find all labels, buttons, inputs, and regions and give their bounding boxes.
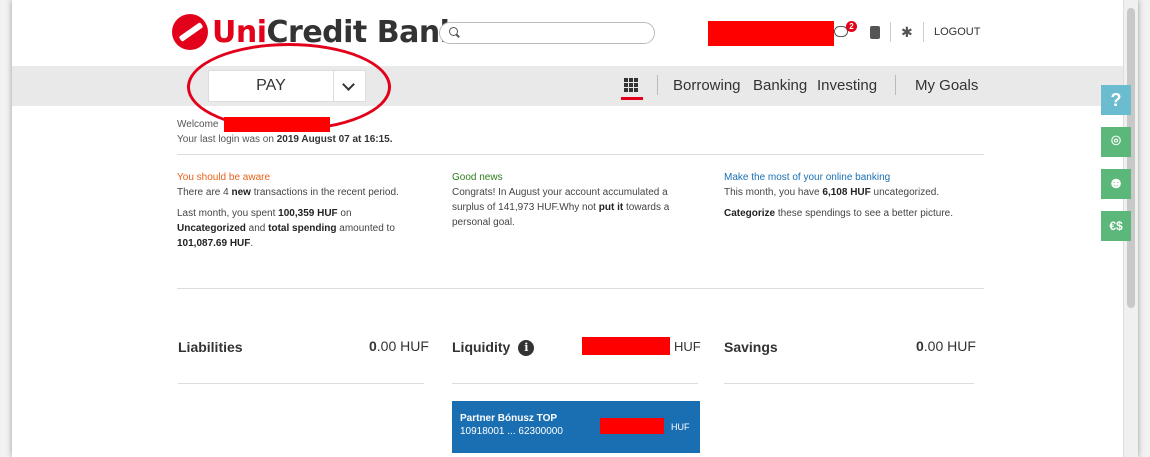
nav-my-goals[interactable]: My Goals xyxy=(915,77,978,94)
search-input[interactable] xyxy=(439,22,655,44)
logout-button[interactable]: LOGOUT xyxy=(934,26,980,38)
liabilities-value: 0.00 HUF xyxy=(369,338,429,354)
clipboard-icon[interactable] xyxy=(870,25,880,39)
info-icon[interactable]: i xyxy=(518,340,535,357)
liabilities-label[interactable]: Liabilities xyxy=(178,339,243,355)
header-divider xyxy=(923,22,924,42)
insight-online-title: Make the most of your online banking xyxy=(724,172,891,183)
account-number: 10918001 ... 62300000 xyxy=(460,426,563,437)
insight-online-banking: Make the most of your online banking Thi… xyxy=(724,170,994,221)
header-divider xyxy=(890,22,891,42)
account-name: Partner Bónusz TOP xyxy=(460,413,558,424)
savings-value: 0.00 HUF xyxy=(916,338,976,354)
insight-aware-title: You should be aware xyxy=(177,172,271,183)
user-icon[interactable]: ☻ xyxy=(1101,169,1131,199)
unicredit-logo-icon xyxy=(172,14,208,50)
insight-good-news: Good news Congrats! In August your accou… xyxy=(452,170,712,230)
apps-grid-icon[interactable] xyxy=(624,78,638,92)
site-header: UniCredit Bank 2 ✱ LOGOUT xyxy=(12,0,1124,66)
search-icon xyxy=(449,27,458,36)
welcome-text: Welcome xyxy=(177,119,219,130)
redacted-name xyxy=(224,117,330,132)
help-button[interactable]: ? xyxy=(1101,85,1131,115)
browser-page: UniCredit Bank 2 ✱ LOGOUT PAY Borrowing … xyxy=(12,0,1138,457)
notification-badge: 2 xyxy=(846,21,857,32)
insight-good-title: Good news xyxy=(452,172,503,183)
currency-exchange-button[interactable]: €$ xyxy=(1101,211,1131,241)
account-card[interactable]: Partner Bónusz TOP 10918001 ... 62300000… xyxy=(452,401,700,453)
last-login-date: 2019 August 07 at 16:15. xyxy=(276,134,393,145)
categorize-link[interactable]: Categorize xyxy=(724,208,775,219)
gear-icon[interactable]: ✱ xyxy=(901,25,913,39)
insight-aware: You should be aware There are 4 new tran… xyxy=(177,170,442,251)
redacted-liquidity-amount xyxy=(582,337,670,355)
location-pin-icon[interactable]: ⌾ xyxy=(1101,127,1131,157)
account-currency: HUF xyxy=(671,422,690,432)
messages-icon[interactable]: 2 xyxy=(834,21,857,39)
liquidity-currency: HUF xyxy=(674,339,701,354)
main-nav: PAY Borrowing Banking Investing My Goals xyxy=(12,66,1124,106)
nav-investing[interactable]: Investing xyxy=(817,77,877,94)
liquidity-label[interactable]: Liquidity i xyxy=(452,339,535,357)
redacted-username xyxy=(708,21,834,46)
nav-borrowing[interactable]: Borrowing xyxy=(673,77,741,94)
redacted-account-balance xyxy=(600,418,664,434)
nav-banking[interactable]: Banking xyxy=(753,77,807,94)
savings-label[interactable]: Savings xyxy=(724,339,778,355)
scroll-thumb[interactable] xyxy=(1127,8,1135,308)
active-tab-indicator xyxy=(621,97,643,100)
